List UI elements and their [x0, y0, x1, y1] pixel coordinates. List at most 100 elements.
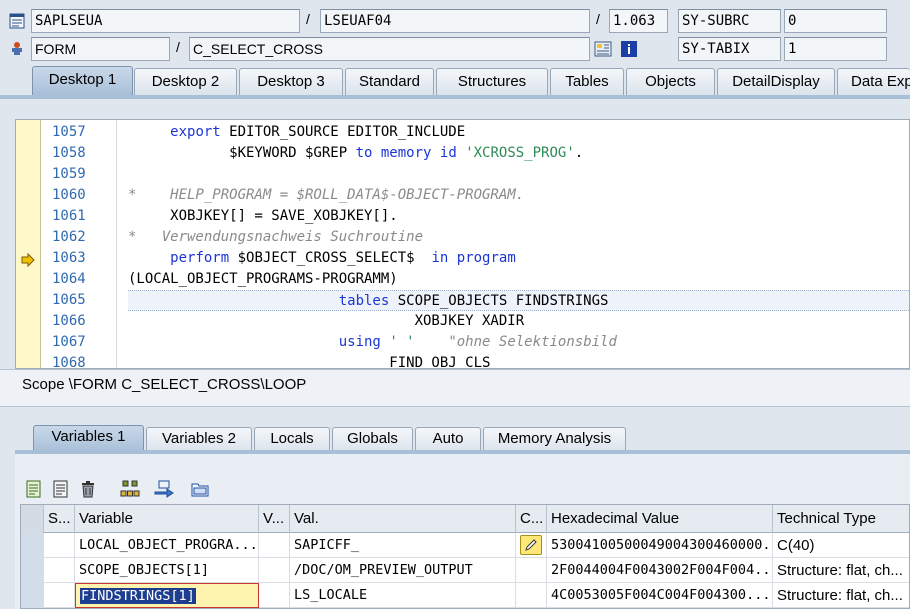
tab-standard[interactable]: Standard — [345, 68, 434, 95]
tab-data-explorer[interactable]: Data Exp — [837, 68, 910, 95]
tab-structures[interactable]: Structures — [436, 68, 548, 95]
code-line[interactable]: XOBJKEY[] = SAVE_XOBJKEY[]. — [128, 206, 909, 227]
line-number: 1062 — [52, 229, 86, 245]
tab-desktop-1[interactable]: Desktop 1 — [32, 66, 133, 96]
tab-locals[interactable]: Locals — [254, 427, 330, 451]
line-field[interactable]: 1.063 — [609, 9, 668, 33]
sy-subrc-label: SY-SUBRC — [678, 9, 781, 33]
row-selector[interactable] — [21, 533, 44, 558]
column-header-v[interactable]: V... — [259, 505, 290, 533]
change-cell — [516, 558, 547, 583]
code-line[interactable]: (LOCAL_OBJECT_PROGRAMS-PROGRAMM) — [128, 269, 909, 290]
display-source-icon[interactable] — [594, 40, 612, 58]
type-cell[interactable]: Structure: flat, ch... — [773, 558, 909, 583]
column-header-variable[interactable]: Variable — [75, 505, 259, 533]
tab-memory-analysis[interactable]: Memory Analysis — [483, 427, 626, 451]
type-cell[interactable]: Structure: flat, ch... — [773, 583, 909, 608]
code-line[interactable]: tables SCOPE_OBJECTS FINDSTRINGS — [128, 290, 909, 311]
tab-objects[interactable]: Objects — [626, 68, 715, 95]
value-cell[interactable]: /DOC/OM_PREVIEW_OUTPUT — [290, 558, 516, 583]
v-cell — [259, 558, 290, 583]
folder-button[interactable] — [189, 478, 211, 500]
code-token: XOBJKEY[] = SAVE_XOBJKEY[]. — [128, 208, 398, 224]
edit-value-button[interactable] — [520, 535, 542, 555]
event-type-field[interactable]: FORM — [31, 37, 170, 61]
source-editor[interactable]: 1057 1058 1059 1060 1061 1062 1063 1064 1065 1066… — [15, 119, 910, 369]
type-cell[interactable]: C(40) — [773, 533, 909, 558]
table-row[interactable]: FINDSTRINGS[1] LS_LOCALE 4C0053005F004C0… — [21, 583, 909, 608]
grid-header: S... Variable V... Val. C... Hexadecimal… — [21, 505, 909, 533]
header-row-event: FORM / C_SELECT_CROSS SY-TABIX 1 — [0, 37, 910, 63]
row-selector[interactable] — [21, 583, 44, 608]
scope-line: Scope \FORM C_SELECT_CROSS\LOOP — [0, 369, 910, 407]
list-view-button[interactable] — [50, 478, 72, 500]
keyword-token: id — [439, 145, 457, 161]
variables-grid[interactable]: S... Variable V... Val. C... Hexadecimal… — [20, 504, 910, 609]
column-header-hex[interactable]: Hexadecimal Value — [547, 505, 773, 533]
hierarchy-button[interactable] — [119, 478, 141, 500]
detail-view-button[interactable] — [23, 478, 45, 500]
row-selector[interactable] — [21, 558, 44, 583]
column-header-status[interactable]: S... — [44, 505, 75, 533]
delete-button[interactable] — [77, 478, 99, 500]
column-header-type[interactable]: Technical Type — [773, 505, 909, 533]
tab-globals[interactable]: Globals — [332, 427, 413, 451]
separator-slash: / — [176, 39, 180, 55]
hex-cell[interactable]: 53004100500049004300460000... — [547, 533, 773, 558]
code-line[interactable]: $KEYWORD $GREP to memory id 'XCROSS_PROG… — [128, 143, 909, 164]
code-area[interactable]: export EDITOR_SOURCE EDITOR_INCLUDE $KEY… — [128, 120, 909, 368]
tab-desktop-2[interactable]: Desktop 2 — [134, 68, 237, 95]
keyword-token: program — [456, 250, 516, 266]
column-header-change[interactable]: C... — [516, 505, 547, 533]
include-field[interactable]: LSEUAF04 — [320, 9, 590, 33]
table-row[interactable]: LOCAL_OBJECT_PROGRA... SAPICFF_ 53004100… — [21, 533, 909, 558]
line-number: 1059 — [52, 166, 86, 182]
sy-tabix-value[interactable]: 1 — [784, 37, 887, 61]
event-name-field[interactable]: C_SELECT_CROSS — [189, 37, 590, 61]
keyword-token: in — [431, 250, 449, 266]
tab-tables[interactable]: Tables — [550, 68, 624, 95]
code-line[interactable]: * HELP_PROGRAM = $ROLL_DATA$-OBJECT-PROG… — [128, 185, 909, 206]
transfer-button[interactable] — [153, 478, 175, 500]
code-line[interactable]: using ' ' "ohne Selektionsbild — [128, 332, 909, 353]
table-row[interactable]: SCOPE_OBJECTS[1] /DOC/OM_PREVIEW_OUTPUT … — [21, 558, 909, 583]
program-field[interactable]: SAPLSEUA — [31, 9, 300, 33]
tab-auto[interactable]: Auto — [415, 427, 481, 451]
line-number: 1063 — [52, 250, 86, 266]
code-line[interactable]: * Verwendungsnachweis Suchroutine — [128, 227, 909, 248]
code-token: $OBJECT_CROSS_SELECT$ — [229, 250, 432, 266]
code-line[interactable] — [128, 164, 909, 185]
value-cell[interactable]: LS_LOCALE — [290, 583, 516, 608]
code-line[interactable]: perform $OBJECT_CROSS_SELECT$ in program — [128, 248, 909, 269]
v-cell — [259, 583, 290, 608]
row-selector-header[interactable] — [21, 505, 44, 533]
code-line[interactable]: export EDITOR_SOURCE EDITOR_INCLUDE — [128, 122, 909, 143]
info-icon[interactable] — [620, 40, 638, 58]
tab-detail-display[interactable]: DetailDisplay — [717, 68, 835, 95]
value-cell[interactable]: SAPICFF_ — [290, 533, 516, 558]
code-line[interactable]: FIND_OBJ_CLS — [128, 353, 909, 368]
comment-token: * Verwendungsnachweis Suchroutine — [128, 229, 424, 245]
tab-variables-2[interactable]: Variables 2 — [146, 427, 252, 451]
code-line[interactable]: XOBJKEY XADIR — [128, 311, 909, 332]
tab-desktop-3[interactable]: Desktop 3 — [239, 68, 343, 95]
transfer-icon — [154, 480, 174, 498]
header-row-program: SAPLSEUA / LSEUAF04 / 1.063 SY-SUBRC 0 — [0, 9, 910, 35]
variable-cell-focused[interactable]: FINDSTRINGS[1] — [75, 583, 259, 608]
hex-cell[interactable]: 2F0044004F0043002F004F004... — [547, 558, 773, 583]
tab-variables-1[interactable]: Variables 1 — [33, 425, 144, 452]
current-line-arrow-icon — [21, 253, 35, 267]
sy-subrc-value[interactable]: 0 — [784, 9, 887, 33]
line-number: 1068 — [52, 355, 86, 369]
column-header-value[interactable]: Val. — [290, 505, 516, 533]
variable-cell[interactable]: LOCAL_OBJECT_PROGRA... — [75, 533, 259, 558]
line-number: 1064 — [52, 271, 86, 287]
breakpoint-gutter[interactable] — [16, 120, 41, 368]
variable-cell[interactable]: SCOPE_OBJECTS[1] — [75, 558, 259, 583]
hex-cell[interactable]: 4C0053005F004C004F004300... — [547, 583, 773, 608]
folder-icon — [191, 483, 209, 497]
